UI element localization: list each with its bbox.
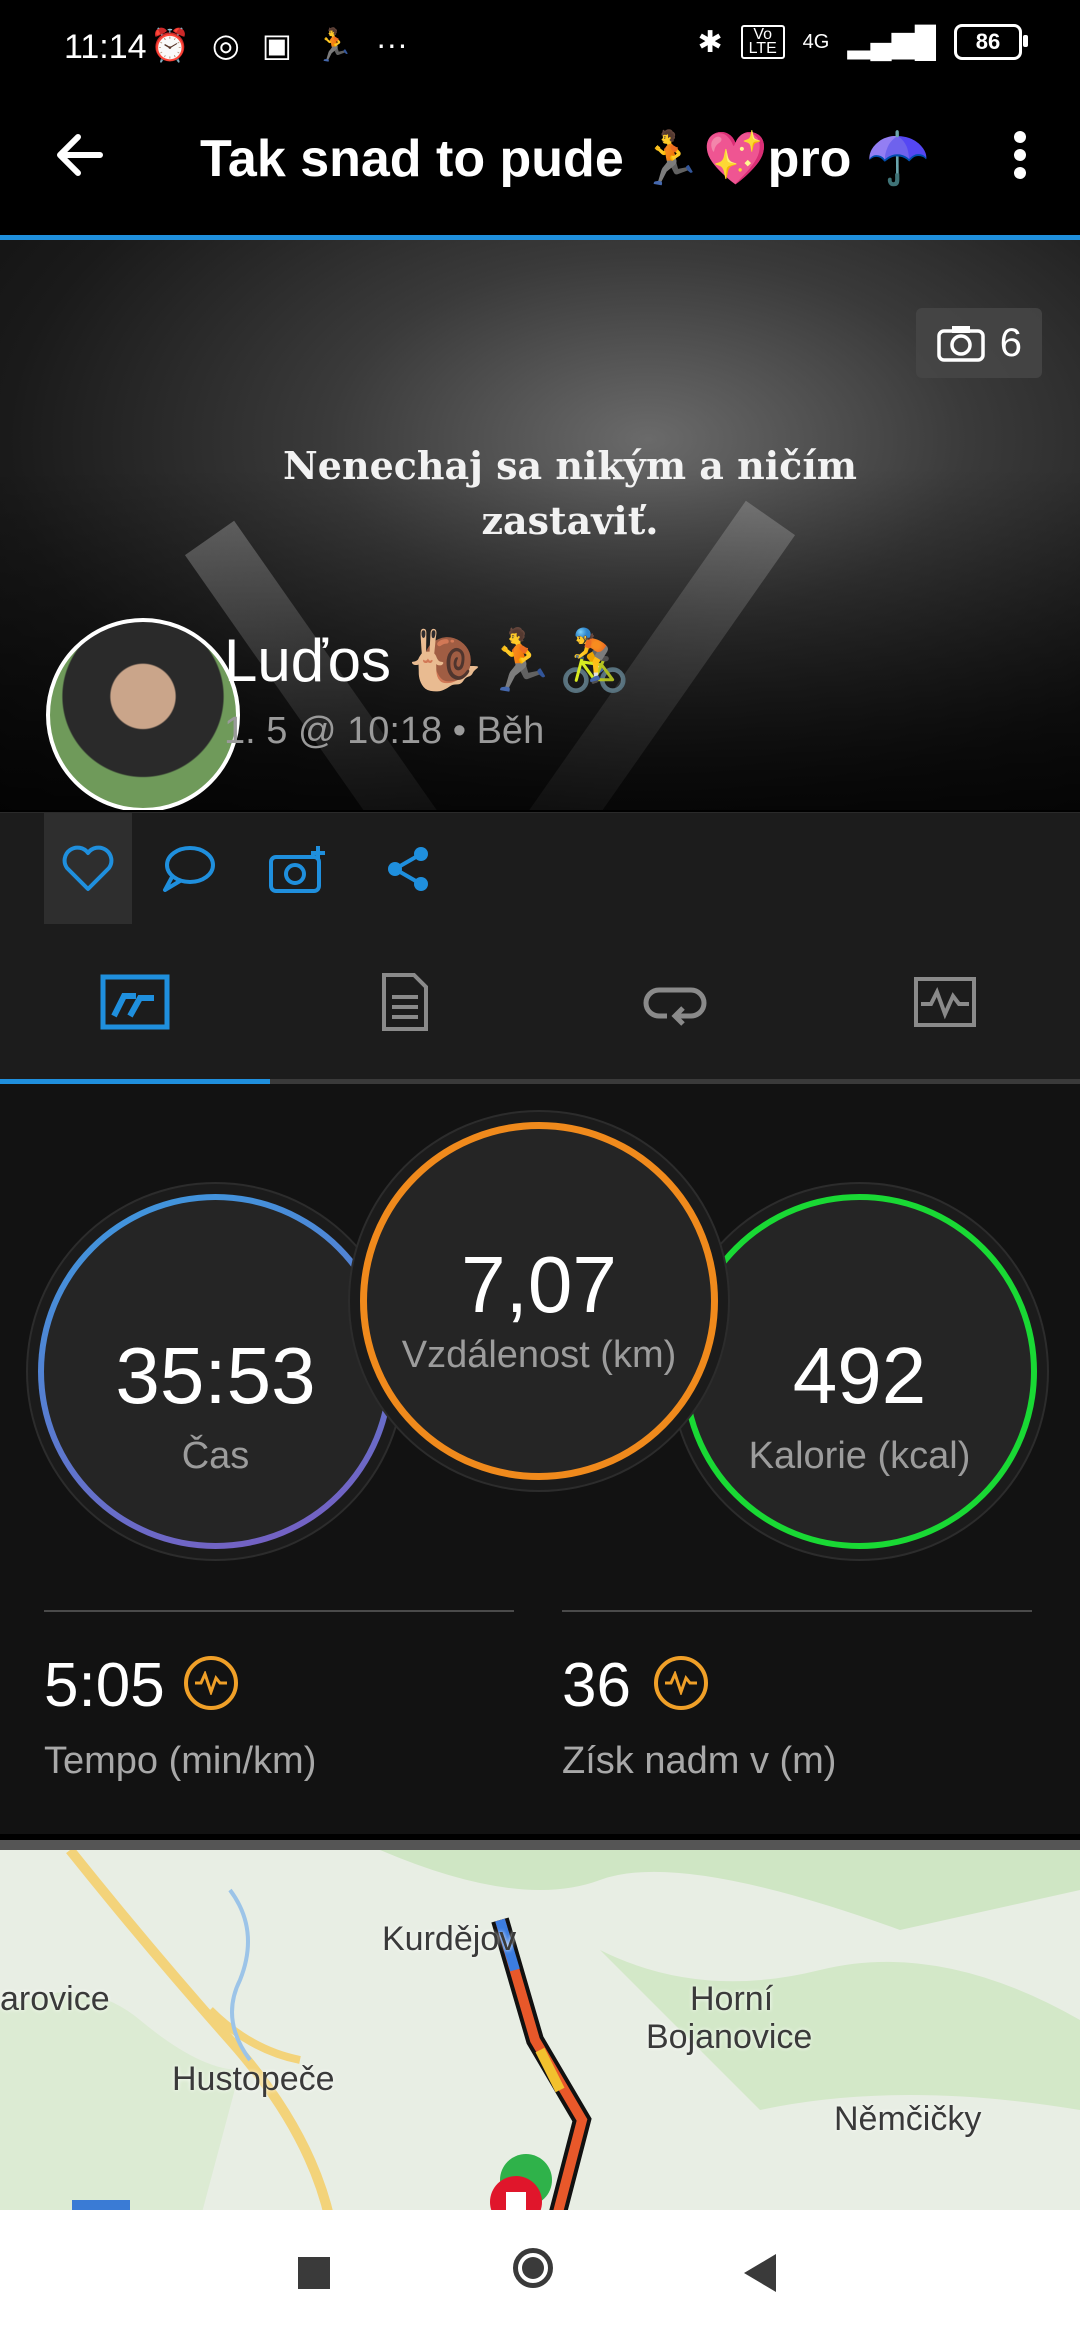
app-icon: ▣ [261, 27, 292, 63]
network-type: 4G [802, 30, 830, 53]
tab-summary[interactable] [0, 924, 270, 1084]
calories-stat-ring: 492 Kalorie (kcal) [682, 1194, 1037, 1549]
app-bar: Tak snad to pude 🏃💖pro ☂️ [0, 80, 1080, 240]
recents-button[interactable] [298, 2257, 330, 2289]
messenger-icon: ◎ [211, 27, 240, 63]
activity-photo-header[interactable]: Nenechaj sa nikým a ničím zastaviť. 6 Lu… [0, 240, 1080, 810]
camera-icon [937, 326, 985, 362]
add-photo-button[interactable] [254, 813, 342, 925]
map-place-kurdejov: Kurdějov [382, 1920, 517, 1958]
pace-label: Tempo (min/km) [44, 1740, 317, 1782]
distance-label: Vzdálenost (km) [401, 1334, 677, 1376]
more-options-icon[interactable] [1000, 125, 1040, 185]
pace-metric: 5:05 Tempo (min/km) [44, 1610, 514, 1782]
home-button[interactable] [513, 2248, 553, 2288]
tab-details[interactable] [270, 924, 540, 1079]
status-time: 11:14 [64, 28, 147, 66]
map-place-hustopece: Hustopeče [172, 2060, 335, 2098]
volte-icon: Vo LTE [740, 25, 785, 59]
stats-panel: 35:53 Čas 492 Kalorie (kcal) 7,07 Vzdále… [0, 1084, 1080, 1834]
photo-count: 6 [999, 320, 1022, 365]
tab-laps[interactable] [540, 924, 810, 1079]
tab-charts[interactable] [810, 924, 1080, 1079]
system-nav-bar [0, 2210, 1080, 2340]
elevation-value: 36 [562, 1651, 631, 1720]
elevation-label: Získ nadm v (m) [562, 1740, 837, 1782]
elevation-metric: 36 Získ nadm v (m) [562, 1610, 1032, 1782]
comment-button[interactable] [144, 813, 232, 925]
status-bar: 11:14 ⏰ ◎ ▣ 🏃 ··· ✱ Vo LTE 4G ▂▄▆█ 86 [0, 0, 1080, 80]
map-canvas [0, 1850, 1080, 2220]
add-photo-icon [269, 846, 325, 893]
map-place-arovice: arovice [0, 1980, 110, 2018]
map-place-bojanovice: Bojanovice [646, 2018, 813, 2056]
signal-icon: ▂▄▆█ [847, 25, 936, 59]
running-icon: 🏃 [314, 27, 354, 63]
avatar[interactable] [46, 618, 240, 810]
distance-value: 7,07 [461, 1240, 617, 1329]
status-right: ✱ Vo LTE 4G ▂▄▆█ 86 [697, 24, 1028, 60]
back-nav-icon[interactable] [742, 2252, 778, 2294]
stats-summary-icon [100, 974, 170, 1029]
comment-icon [163, 846, 215, 892]
pace-info-icon[interactable] [184, 1656, 238, 1710]
back-arrow-icon[interactable] [50, 125, 110, 185]
calories-value: 492 [792, 1331, 927, 1420]
elevation-info-icon[interactable] [654, 1656, 708, 1710]
pace-value: 5:05 [44, 1651, 165, 1720]
photo-count-badge[interactable]: 6 [915, 308, 1042, 378]
map-place-horni: Horní [690, 1980, 774, 2018]
route-map[interactable]: Kurdějov arovice Horní Bojanovice Hustop… [0, 1840, 1080, 2220]
heart-icon [62, 845, 114, 891]
user-name[interactable]: Luďos 🐌🏃🚴 [224, 625, 632, 696]
battery-icon: 86 [954, 24, 1028, 60]
time-value: 35:53 [115, 1331, 316, 1420]
share-button[interactable] [364, 813, 452, 925]
photo-quote: Nenechaj sa nikým a ničím zastaviť. [283, 443, 857, 544]
chart-icon [914, 976, 976, 1027]
calories-label: Kalorie (kcal) [748, 1435, 971, 1477]
more-notifications-icon: ··· [375, 26, 408, 62]
map-place-nemcicky: Němčičky [834, 2100, 982, 2138]
share-icon [388, 847, 428, 891]
activity-title: Tak snad to pude 🏃💖pro ☂️ [200, 130, 931, 188]
distance-stat-ring: 7,07 Vzdálenost (km) [360, 1122, 718, 1480]
bluetooth-icon: ✱ [697, 25, 723, 59]
notification-icons: ⏰ ◎ ▣ 🏃 ··· [150, 26, 408, 64]
activity-date-type: 1. 5 @ 10:18 • Běh [224, 710, 545, 752]
activity-tabs [0, 924, 1080, 1084]
time-stat-ring: 35:53 Čas [38, 1194, 393, 1549]
action-row [0, 812, 1080, 927]
alarm-icon: ⏰ [150, 27, 190, 63]
document-icon [382, 972, 428, 1031]
like-button[interactable] [44, 813, 132, 925]
time-label: Čas [181, 1435, 250, 1477]
loop-icon [643, 987, 707, 1026]
